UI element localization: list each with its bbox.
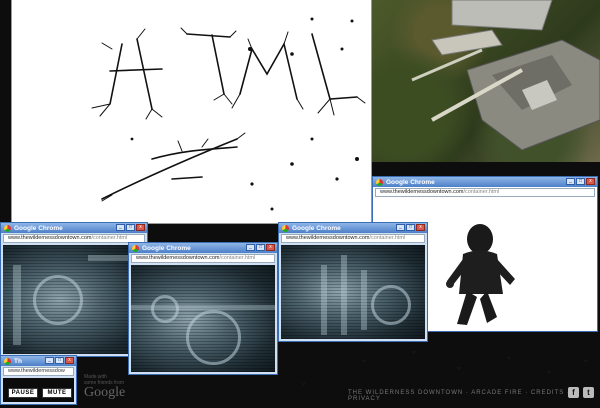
url-path: /container.html [91, 235, 128, 241]
chrome-logo-icon [4, 357, 11, 365]
minimize-icon[interactable]: _ [45, 357, 54, 364]
machine-video-2[interactable] [131, 265, 275, 372]
maximize-icon[interactable]: □ [126, 224, 135, 231]
bird-icon: ⌄ [360, 354, 368, 364]
window-title: Google Chrome [14, 224, 63, 232]
bird-icon: ⌄ [505, 351, 513, 361]
url-path: /container.html [219, 255, 256, 261]
url-host: www.thewildernessdowntown.com [380, 189, 464, 195]
desktop-stage: ⌄ ⌄ ⌄ ⌄ ⌄ ⌄ ⌄ ⌄ Google Chrome _ □ x www.… [0, 0, 600, 408]
machine-video-1[interactable] [3, 245, 145, 354]
minimize-icon[interactable]: _ [566, 178, 575, 185]
chrome-logo-icon [376, 178, 383, 186]
address-bar[interactable]: www.thewildernessdowntown.com/container.… [281, 234, 425, 243]
close-icon[interactable]: x [416, 224, 425, 231]
address-bar[interactable]: www.thewildernessdowntown.com/container.… [375, 188, 595, 197]
aerial-buildings-image [411, 0, 600, 151]
close-icon[interactable]: x [266, 244, 275, 251]
machine-video-3[interactable] [281, 245, 425, 339]
bird-icon: ⌄ [300, 377, 308, 387]
twitter-icon[interactable]: t [583, 387, 594, 398]
window-titlebar[interactable]: Google Chrome _ □ x [279, 223, 427, 233]
address-bar[interactable]: www.thewildernessdowntown.com/container.… [131, 254, 275, 263]
aerial-street-view[interactable] [372, 0, 600, 162]
maximize-icon[interactable]: □ [576, 178, 585, 185]
branch-letters-drawing[interactable] [12, 0, 372, 224]
bird-icon: ⌄ [455, 361, 463, 371]
chrome-logo-icon [132, 244, 139, 252]
maximize-icon[interactable]: □ [55, 357, 64, 364]
window-title: Google Chrome [386, 178, 435, 186]
url-path: /container.html [463, 189, 500, 195]
window-title: Th [14, 357, 22, 365]
window-titlebar[interactable]: Google Chrome _ □ x [1, 223, 147, 233]
address-bar[interactable]: www.thewildernessdowntown.com/container.… [3, 234, 145, 243]
close-icon[interactable]: x [586, 178, 595, 185]
stroke [109, 38, 163, 110]
window-titlebar[interactable]: Google Chrome _ □ x [373, 177, 597, 187]
chrome-logo-icon [4, 224, 11, 232]
address-bar[interactable]: www.thewildernessdow [3, 367, 74, 376]
minimize-icon[interactable]: _ [396, 224, 405, 231]
url-path: /container.html [369, 235, 406, 241]
maximize-icon[interactable]: □ [406, 224, 415, 231]
window-title: Google Chrome [292, 224, 341, 232]
mute-button[interactable]: MUTE [42, 388, 72, 398]
bird-icon: ⌄ [410, 345, 418, 355]
facebook-icon[interactable]: f [568, 387, 579, 398]
chrome-logo-icon [282, 224, 289, 232]
machine-window-1[interactable]: Google Chrome _ □ x www.thewildernessdow… [0, 222, 148, 357]
window-titlebar[interactable]: Google Chrome _ □ x [129, 243, 277, 253]
url-host: www.thewildernessdowntown.com [136, 255, 220, 261]
url-host: www.thewildernessdowntown.com [286, 235, 370, 241]
bird-icon: ⌄ [545, 365, 553, 375]
bird-icon: ⌄ [582, 354, 590, 364]
close-icon[interactable]: x [136, 224, 145, 231]
minimize-icon[interactable]: _ [116, 224, 125, 231]
controls-panel: PAUSE MUTE [3, 378, 74, 402]
maximize-icon[interactable]: □ [256, 244, 265, 251]
controls-window[interactable]: Th _ □ x www.thewildernessdow PAUSE MUTE [0, 355, 77, 405]
pause-button[interactable]: PAUSE [8, 388, 38, 398]
machine-window-2[interactable]: Google Chrome _ □ x www.thewildernessdow… [128, 242, 278, 375]
close-icon[interactable]: x [65, 357, 74, 364]
footer-nav[interactable]: THE WILDERNESS DOWNTOWN · ARCADE FIRE · … [348, 390, 600, 402]
url-host: www.thewildernessdowntown.com [8, 235, 92, 241]
machine-window-3[interactable]: Google Chrome _ □ x www.thewildernessdow… [278, 222, 428, 342]
window-titlebar[interactable]: Th _ □ x [1, 356, 76, 366]
window-title: Google Chrome [142, 244, 191, 252]
minimize-icon[interactable]: _ [246, 244, 255, 251]
drawing-window [11, 0, 372, 224]
google-logo[interactable]: Google [84, 385, 125, 401]
